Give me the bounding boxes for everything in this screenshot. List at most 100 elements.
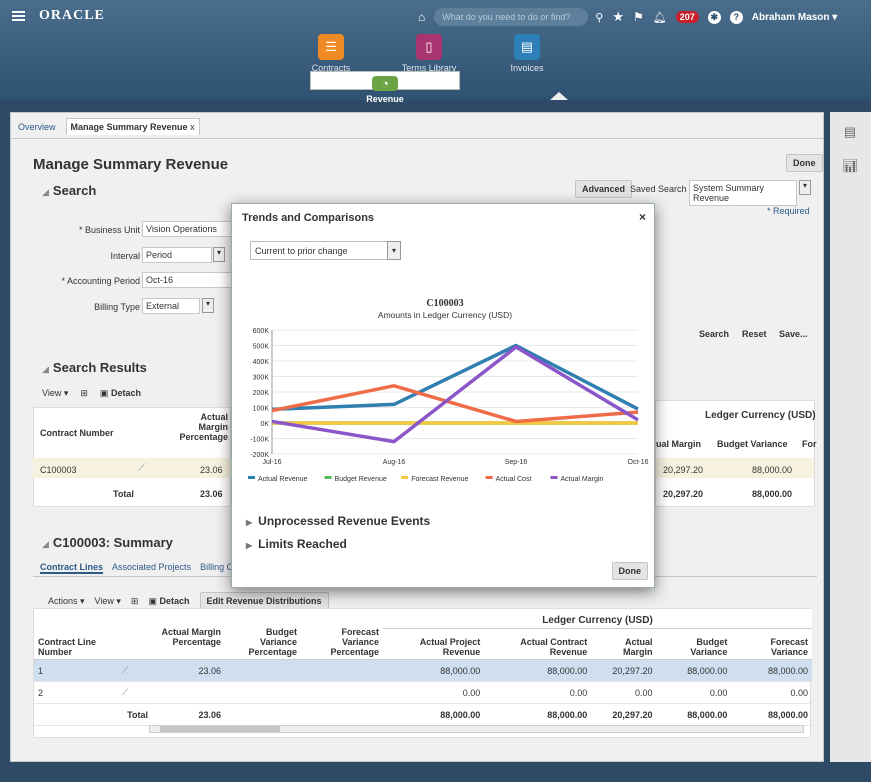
home-icon[interactable]: ⌂: [418, 10, 425, 24]
total-apr: 88,000.00: [383, 703, 485, 726]
reset-button[interactable]: Reset: [736, 326, 773, 342]
chevron-down-icon[interactable]: ▾: [213, 247, 225, 262]
col-forecast[interactable]: For: [802, 439, 817, 449]
horizontal-scrollbar[interactable]: [149, 725, 804, 733]
col-label: Forecast Variance: [770, 637, 808, 657]
acr-cell: 88,000.00: [484, 659, 592, 682]
flag-icon[interactable]: ⚑: [633, 10, 644, 24]
billing-type-select[interactable]: External: [142, 298, 200, 314]
col-actual-margin[interactable]: ual Margin: [656, 439, 701, 449]
actions-menu[interactable]: Actions ▾: [48, 596, 85, 607]
global-search-input[interactable]: What do you need to do or find?: [434, 8, 589, 26]
table-row[interactable]: 1 ⟋ 23.06 88,000.00 88,000.00 20,297.20 88,000…: [34, 659, 812, 682]
tab-contract-lines[interactable]: Contract Lines: [40, 562, 104, 574]
oracle-logo[interactable]: ORACLE: [39, 8, 105, 24]
expand-icon[interactable]: ▶: [246, 541, 252, 550]
analytics-icon[interactable]: 📊︎: [842, 158, 859, 174]
col-forecast-variance-percentage[interactable]: Forecast Variance Percentage: [301, 609, 383, 660]
accessibility-icon[interactable]: ✱: [707, 10, 721, 24]
collapse-icon[interactable]: ◢: [42, 364, 49, 374]
detach-label: Detach: [110, 388, 141, 398]
chart-icon[interactable]: ⟋: [118, 659, 152, 682]
save-search-button[interactable]: Save...: [773, 326, 814, 342]
legend-swatch: [485, 476, 493, 479]
col-label: Budget Variance: [690, 637, 728, 657]
col-label: Contract Line Number: [38, 637, 97, 657]
chevron-down-icon[interactable]: ▾: [387, 241, 401, 260]
chart-icon[interactable]: ⟋: [118, 681, 152, 704]
total-label: Total: [113, 489, 134, 499]
ledger-currency-header: Ledger Currency (USD): [705, 410, 816, 421]
trends-comparisons-dialog: Trends and Comparisons × Current to prio…: [231, 203, 655, 588]
detach-button[interactable]: ▣ Detach: [148, 596, 189, 607]
bv-cell: 88,000.00: [656, 659, 732, 682]
col-contract-number[interactable]: Contract Number: [40, 428, 114, 438]
tab-manage-summary-revenue[interactable]: Manage Summary Revenue x: [65, 118, 200, 135]
col-actual-project-revenue[interactable]: Actual Project Revenue: [383, 628, 485, 661]
menu-icon[interactable]: [12, 11, 25, 21]
col-budget-variance-percentage[interactable]: Budget Variance Percentage: [225, 609, 301, 660]
detach-button[interactable]: ▣ Detach: [100, 388, 141, 399]
limits-reached-section[interactable]: ▶ Limits Reached: [246, 537, 347, 551]
business-unit-field[interactable]: Vision Operations: [142, 221, 232, 237]
col-label: Budget Variance Percentage: [248, 627, 297, 657]
col-chart: [118, 609, 152, 660]
legend-label: Budget Revenue: [335, 476, 387, 483]
col-actual-margin-percentage[interactable]: Actual Margin Percentage: [152, 609, 225, 660]
freeze-icon[interactable]: ⊞: [131, 596, 139, 607]
collapse-icon[interactable]: ◢: [42, 187, 49, 197]
col-actual-contract-revenue[interactable]: Actual Contract Revenue: [484, 628, 592, 661]
nav-revenue[interactable]: ◔ Revenue: [310, 71, 460, 104]
nav-label: Revenue: [366, 94, 404, 104]
nav-contracts[interactable]: ☰ Contracts: [292, 34, 370, 73]
done-button[interactable]: Done: [786, 154, 823, 172]
expand-icon[interactable]: ▶: [246, 518, 252, 527]
col-contract-line-number[interactable]: Contract Line Number: [34, 609, 118, 660]
contract-number-cell[interactable]: C100003: [40, 465, 77, 475]
col-actual-margin[interactable]: Actual Margin: [591, 628, 657, 661]
tab-overview[interactable]: Overview: [14, 119, 60, 135]
selected-nav-indicator: [550, 92, 568, 100]
chevron-down-icon[interactable]: ▾: [202, 298, 214, 313]
nav-invoices[interactable]: ▤ Invoices: [488, 34, 566, 73]
search-button[interactable]: Search: [693, 326, 735, 342]
saved-search-select[interactable]: System Summary Revenue: [689, 180, 797, 206]
user-menu[interactable]: Abraham Mason ▾: [752, 12, 838, 23]
search-icon[interactable]: ⚲: [595, 11, 603, 24]
comparison-select[interactable]: Current to prior change: [250, 241, 400, 260]
page-tabs: Overview Manage Summary Revenue x: [14, 118, 200, 135]
nav-terms-library[interactable]: ▯ Terms Library: [390, 34, 468, 73]
chart-title: C100003: [426, 298, 463, 309]
col-budget-variance[interactable]: Budget Variance: [717, 439, 788, 449]
notification-count-badge[interactable]: 207: [675, 11, 699, 23]
col-actual-margin-pct[interactable]: Actual Margin Percentage: [170, 412, 228, 442]
detach-label: Detach: [159, 595, 190, 606]
unprocessed-revenue-events-section[interactable]: ▶ Unprocessed Revenue Events: [246, 514, 430, 528]
close-tab-icon[interactable]: x: [190, 122, 195, 132]
table-row[interactable]: 2 ⟋ 0.00 0.00 0.00 0.00 0.00: [34, 681, 812, 704]
tab-associated-projects[interactable]: Associated Projects: [112, 562, 191, 574]
notifications-bell-icon[interactable]: 🔔︎: [653, 11, 667, 24]
advanced-button[interactable]: Advanced: [575, 180, 633, 198]
view-menu[interactable]: View ▾: [95, 596, 121, 607]
col-forecast-variance[interactable]: Forecast Variance: [731, 628, 812, 661]
close-icon[interactable]: ×: [639, 210, 646, 224]
chart-icon[interactable]: ⟋: [138, 463, 145, 474]
col-budget-variance[interactable]: Budget Variance: [656, 628, 732, 661]
chevron-down-icon[interactable]: ▾: [799, 180, 811, 195]
apr-cell: 88,000.00: [383, 659, 485, 682]
freeze-icon[interactable]: ⊞: [80, 388, 88, 399]
accounting-period-field[interactable]: Oct-16: [142, 272, 232, 288]
col-label: Actual Margin Percentage: [161, 627, 221, 647]
help-icon[interactable]: ?: [729, 10, 743, 24]
favorites-star-icon[interactable]: ★: [612, 9, 624, 25]
y-tick-label: 0K: [260, 421, 269, 428]
results-title: Search Results: [52, 360, 147, 375]
dialog-done-button[interactable]: Done: [611, 562, 648, 580]
tasks-icon[interactable]: ▤: [842, 124, 858, 140]
view-menu[interactable]: View ▾: [42, 388, 68, 399]
collapse-icon[interactable]: ◢: [42, 539, 49, 549]
legend-label: Actual Revenue: [258, 476, 308, 483]
interval-select[interactable]: Period: [142, 247, 212, 263]
scrollbar-thumb[interactable]: [160, 726, 280, 732]
